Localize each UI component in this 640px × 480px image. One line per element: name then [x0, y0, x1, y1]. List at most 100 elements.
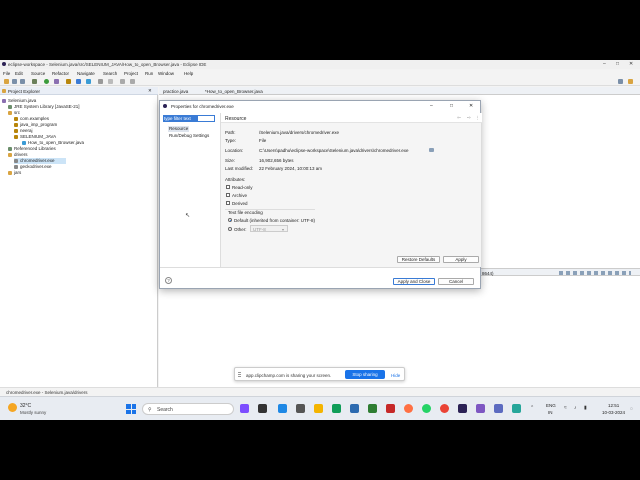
file-icon — [14, 158, 18, 163]
menu-navigate[interactable]: Navigate — [77, 71, 95, 76]
windows-start-icon[interactable] — [126, 404, 136, 414]
folder-icon — [2, 88, 6, 93]
new-package-icon[interactable] — [76, 79, 81, 84]
navigate-forward-icon[interactable] — [130, 79, 135, 84]
location-value: C:\Users\padhu\eclipse-workspace\Seleniu… — [259, 148, 409, 153]
menu-window[interactable]: Window — [158, 71, 174, 76]
notification-icon[interactable]: ◌ — [630, 406, 633, 412]
new-java-project-icon[interactable] — [66, 79, 71, 84]
eclipse-icon[interactable] — [458, 404, 467, 413]
stop-sharing-button[interactable]: Stop sharing — [345, 370, 385, 379]
apply-button[interactable]: Apply — [443, 256, 479, 263]
attributes-label: Attributes: — [225, 177, 246, 182]
library-icon — [8, 104, 12, 109]
maximize-icon[interactable]: □ — [616, 61, 619, 67]
app-icon[interactable] — [350, 404, 359, 413]
encoding-select-value: UTF-8 — [253, 226, 266, 232]
taskbar-search-box[interactable]: ⚲ Search — [142, 403, 234, 415]
console-tools-icon[interactable] — [559, 270, 631, 275]
last-modified-label: Last modified: — [225, 166, 254, 171]
chevron-down-icon: ▾ — [282, 226, 285, 232]
close-icon[interactable]: ✕ — [469, 103, 473, 109]
drag-handle-icon[interactable] — [238, 372, 241, 377]
maximize-icon[interactable]: □ — [450, 103, 453, 109]
language-bottom: IN — [548, 410, 553, 415]
app-icon[interactable] — [296, 404, 305, 413]
java-perspective-icon[interactable] — [628, 79, 633, 84]
whatsapp-icon[interactable] — [422, 404, 431, 413]
type-value: File — [259, 138, 267, 143]
minimize-icon[interactable]: – — [603, 61, 606, 67]
forward-icon[interactable]: ⇨ — [467, 115, 471, 121]
navigate-back-icon[interactable] — [120, 79, 125, 84]
nav-run-debug-settings[interactable]: Run/Debug Settings — [168, 133, 210, 139]
read-only-checkbox[interactable] — [226, 185, 230, 189]
apply-and-close-button[interactable]: Apply and Close — [393, 278, 435, 285]
close-view-icon[interactable]: ✕ — [148, 88, 152, 94]
new-class-icon[interactable] — [86, 79, 91, 84]
tab-practice[interactable]: practice.java — [163, 89, 188, 94]
menu-project[interactable]: Project — [124, 71, 138, 76]
app-icon[interactable] — [494, 404, 503, 413]
menu-help[interactable]: Help — [184, 71, 193, 76]
external-tools-icon[interactable] — [54, 79, 59, 84]
archive-checkbox[interactable] — [226, 193, 230, 197]
menu-file[interactable]: File — [3, 71, 10, 76]
sun-icon[interactable] — [8, 403, 17, 412]
eclipse-logo-icon — [2, 62, 6, 66]
nav-resource[interactable]: Resource — [168, 126, 190, 132]
battery-icon[interactable]: ▮ — [584, 405, 587, 411]
open-type-icon[interactable] — [98, 79, 103, 84]
menu-icon[interactable]: ⋮ — [475, 115, 480, 121]
derived-checkbox[interactable] — [226, 201, 230, 205]
app-icon[interactable] — [512, 404, 521, 413]
app-icon[interactable] — [278, 404, 287, 413]
encoding-default-radio[interactable] — [228, 218, 232, 222]
weather-temp: 32°C — [20, 403, 32, 409]
menu-edit[interactable]: Edit — [15, 71, 23, 76]
minimize-icon[interactable]: – — [430, 103, 433, 109]
filter-selection: type filter text — [164, 116, 198, 121]
language-top[interactable]: ENG — [546, 403, 556, 408]
encoding-select[interactable]: UTF-8 ▾ — [250, 225, 288, 232]
page-title: Resource — [225, 115, 247, 122]
search-tool-icon[interactable] — [108, 79, 113, 84]
show-in-explorer-icon[interactable] — [429, 148, 434, 152]
debug-icon[interactable] — [32, 79, 37, 84]
restore-defaults-button[interactable]: Restore Defaults — [397, 256, 440, 263]
chevron-up-icon[interactable]: ⌃ — [530, 405, 534, 411]
run-icon[interactable] — [44, 79, 49, 84]
encoding-other-radio[interactable] — [228, 227, 232, 231]
chrome-icon[interactable] — [440, 404, 449, 413]
help-icon[interactable]: ? — [165, 277, 172, 284]
wifi-icon[interactable]: ≈ — [564, 405, 567, 411]
save-all-icon[interactable] — [20, 79, 25, 84]
menu-run[interactable]: Run — [145, 71, 153, 76]
menu-search[interactable]: Search — [103, 71, 117, 76]
app-icon[interactable] — [386, 404, 395, 413]
tree-item[interactable]: jars — [8, 170, 21, 176]
volume-icon[interactable]: ♪ — [574, 405, 577, 411]
archive-label: Archive — [232, 193, 248, 198]
file-explorer-icon[interactable] — [314, 404, 323, 413]
firefox-icon[interactable] — [404, 404, 413, 413]
copilot-icon[interactable] — [240, 404, 249, 413]
save-icon[interactable] — [12, 79, 17, 84]
app-icon[interactable] — [476, 404, 485, 413]
menu-refactor[interactable]: Refactor — [52, 71, 69, 76]
cancel-button[interactable]: Cancel — [438, 278, 474, 285]
new-icon[interactable] — [4, 79, 9, 84]
close-icon[interactable]: ✕ — [629, 61, 633, 67]
back-icon[interactable]: ⇦ — [457, 115, 461, 121]
menu-source[interactable]: Source — [31, 71, 45, 76]
read-only-label: Read-only — [232, 185, 253, 190]
hide-link[interactable]: Hide — [391, 373, 400, 378]
task-view-icon[interactable] — [258, 404, 267, 413]
search-icon: ⚲ — [148, 406, 152, 413]
tab-how-to-open-browser[interactable]: *How_to_open_Browser.java — [205, 89, 263, 94]
dialog-separator — [160, 267, 480, 268]
perspective-icon[interactable] — [618, 79, 623, 84]
app-icon[interactable] — [368, 404, 377, 413]
edge-icon[interactable] — [332, 404, 341, 413]
clock-time[interactable]: 12:51 — [608, 403, 619, 408]
